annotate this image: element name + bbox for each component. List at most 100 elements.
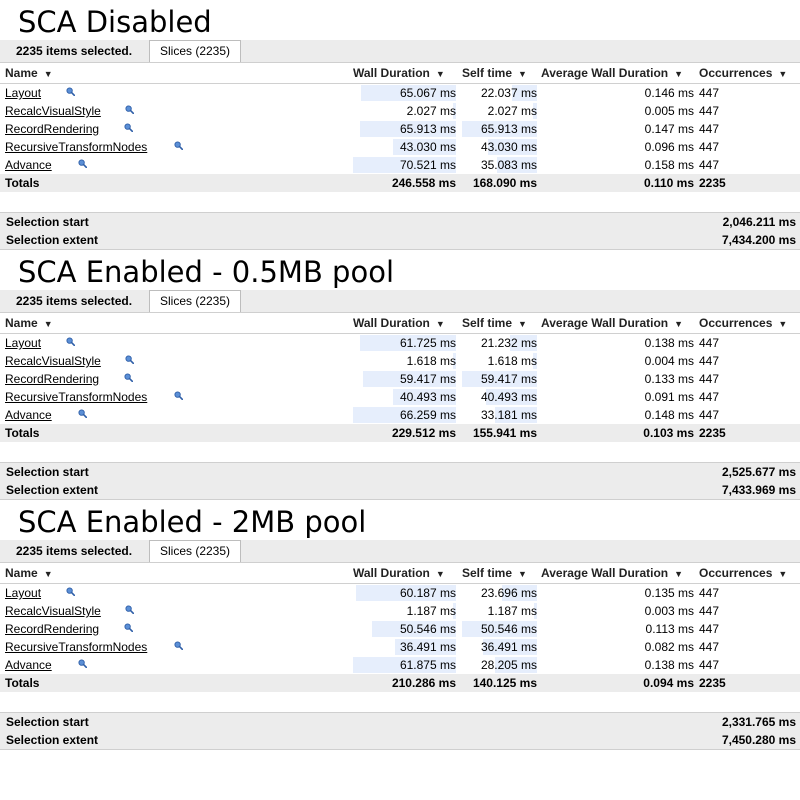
sort-arrow-icon[interactable]: ▼ [674, 319, 683, 329]
column-header-self-time[interactable]: Self time ▼ [462, 316, 527, 330]
tab-slices[interactable]: Slices (2235) [149, 40, 241, 62]
slice-name-link[interactable]: Layout [5, 336, 41, 350]
table-row[interactable]: Advance 66.259 ms 33.181 ms 0.148 ms 447 [0, 406, 800, 424]
column-header-occurrences[interactable]: Occurrences ▼ [699, 566, 787, 580]
magnifier-icon[interactable] [66, 587, 75, 596]
column-header-occurrences[interactable]: Occurrences ▼ [699, 66, 787, 80]
slice-name-link[interactable]: Advance [5, 658, 52, 672]
column-header-label: Average Wall Duration [541, 66, 669, 80]
table-row[interactable]: RecordRendering 59.417 ms 59.417 ms 0.133 m… [0, 370, 800, 388]
column-header-average-wall-duration[interactable]: Average Wall Duration ▼ [541, 66, 683, 80]
table-row[interactable]: RecalcVisualStyle 2.027 ms 2.027 ms 0.005 m… [0, 102, 800, 120]
magnifier-icon[interactable] [124, 623, 133, 632]
column-header-label: Wall Duration [353, 566, 430, 580]
selection-extent-row: Selection extent 7,450.280 ms [0, 731, 800, 750]
sort-arrow-icon[interactable]: ▼ [518, 319, 527, 329]
column-header-average-wall-duration[interactable]: Average Wall Duration ▼ [541, 566, 683, 580]
magnifier-icon[interactable] [125, 605, 134, 614]
sort-arrow-icon[interactable]: ▼ [44, 319, 53, 329]
average-wall-duration-cell: 0.147 ms [644, 122, 694, 136]
selection-extent-label: Selection extent [6, 483, 99, 497]
self-time-cell: 33.181 ms [480, 408, 537, 422]
magnifier-icon[interactable] [125, 105, 134, 114]
self-time-cell: 1.618 ms [487, 354, 537, 368]
column-header-wall-duration[interactable]: Wall Duration ▼ [353, 66, 445, 80]
table-row[interactable]: RecursiveTransformNodes 43.030 ms 43.030 m… [0, 138, 800, 156]
magnifier-icon[interactable] [124, 373, 133, 382]
slice-name-link[interactable]: Layout [5, 586, 41, 600]
wall-duration-cell: 61.875 ms [399, 658, 456, 672]
self-time-cell: 2.027 ms [487, 104, 537, 118]
self-time-cell: 65.913 ms [480, 122, 537, 136]
slice-name-link[interactable]: RecalcVisualStyle [5, 354, 101, 368]
table-row[interactable]: Advance 61.875 ms 28.205 ms 0.138 ms 447 [0, 656, 800, 674]
magnifier-icon[interactable] [124, 123, 133, 132]
slice-name-link[interactable]: RecordRendering [5, 372, 99, 386]
slice-name-link[interactable]: RecalcVisualStyle [5, 104, 101, 118]
self-time-cell: 35.083 ms [480, 158, 537, 172]
table-header: Name ▼ Wall Duration ▼ Self time ▼ Average Wal… [0, 63, 800, 84]
panel-title: SCA Disabled [18, 5, 212, 39]
selection-bar: 2235 items selected. Slices (2235) [0, 40, 800, 63]
column-header-name[interactable]: Name ▼ [5, 566, 53, 580]
slice-name-link[interactable]: Advance [5, 158, 52, 172]
column-header-self-time[interactable]: Self time ▼ [462, 66, 527, 80]
slice-name-link[interactable]: RecursiveTransformNodes [5, 640, 147, 654]
table-row[interactable]: RecursiveTransformNodes 40.493 ms 40.493 m… [0, 388, 800, 406]
magnifier-icon[interactable] [78, 409, 87, 418]
slice-name-link[interactable]: Advance [5, 408, 52, 422]
sort-arrow-icon[interactable]: ▼ [518, 569, 527, 579]
tab-slices[interactable]: Slices (2235) [149, 540, 241, 562]
sort-arrow-icon[interactable]: ▼ [674, 569, 683, 579]
slice-name-link[interactable]: Layout [5, 86, 41, 100]
column-header-name[interactable]: Name ▼ [5, 66, 53, 80]
table-row[interactable]: Layout 61.725 ms 21.232 ms 0.138 ms 447 [0, 334, 800, 352]
sort-arrow-icon[interactable]: ▼ [436, 69, 445, 79]
sort-arrow-icon[interactable]: ▼ [778, 319, 787, 329]
slice-name-link[interactable]: RecursiveTransformNodes [5, 390, 147, 404]
occurrences-cell: 447 [699, 336, 720, 350]
column-header-average-wall-duration[interactable]: Average Wall Duration ▼ [541, 316, 683, 330]
table-row[interactable]: RecursiveTransformNodes 36.491 ms 36.491 m… [0, 638, 800, 656]
wall-duration-cell: 60.187 ms [399, 586, 456, 600]
tab-slices[interactable]: Slices (2235) [149, 290, 241, 312]
magnifier-icon[interactable] [66, 87, 75, 96]
table-row[interactable]: Layout 60.187 ms 23.696 ms 0.135 ms 447 [0, 584, 800, 602]
column-header-name[interactable]: Name ▼ [5, 316, 53, 330]
sort-arrow-icon[interactable]: ▼ [518, 69, 527, 79]
magnifier-icon[interactable] [174, 641, 183, 650]
sort-arrow-icon[interactable]: ▼ [44, 69, 53, 79]
slice-name-link[interactable]: RecalcVisualStyle [5, 604, 101, 618]
column-header-occurrences[interactable]: Occurrences ▼ [699, 316, 787, 330]
column-header-label: Occurrences [699, 566, 773, 580]
magnifier-icon[interactable] [66, 337, 75, 346]
magnifier-icon[interactable] [174, 141, 183, 150]
sort-arrow-icon[interactable]: ▼ [436, 319, 445, 329]
magnifier-icon[interactable] [174, 391, 183, 400]
magnifier-icon[interactable] [125, 355, 134, 364]
sort-arrow-icon[interactable]: ▼ [44, 569, 53, 579]
magnifier-icon[interactable] [78, 159, 87, 168]
slice-name-link[interactable]: RecordRendering [5, 122, 99, 136]
sort-arrow-icon[interactable]: ▼ [674, 69, 683, 79]
totals-row: Totals 210.286 ms 140.125 ms 0.094 ms 2235 [0, 674, 800, 692]
column-header-wall-duration[interactable]: Wall Duration ▼ [353, 566, 445, 580]
slice-name-link[interactable]: RecursiveTransformNodes [5, 140, 147, 154]
sort-arrow-icon[interactable]: ▼ [778, 569, 787, 579]
sort-arrow-icon[interactable]: ▼ [436, 569, 445, 579]
table-row[interactable]: RecordRendering 50.546 ms 50.546 ms 0.113 m… [0, 620, 800, 638]
column-header-wall-duration[interactable]: Wall Duration ▼ [353, 316, 445, 330]
slice-name-link[interactable]: RecordRendering [5, 622, 99, 636]
table-row[interactable]: RecordRendering 65.913 ms 65.913 ms 0.147 m… [0, 120, 800, 138]
table-row[interactable]: RecalcVisualStyle 1.618 ms 1.618 ms 0.004 m… [0, 352, 800, 370]
table-row[interactable]: RecalcVisualStyle 1.187 ms 1.187 ms 0.003 m… [0, 602, 800, 620]
sort-arrow-icon[interactable]: ▼ [778, 69, 787, 79]
wall-duration-cell: 66.259 ms [399, 408, 456, 422]
table-row[interactable]: Advance 70.521 ms 35.083 ms 0.158 ms 447 [0, 156, 800, 174]
column-header-self-time[interactable]: Self time ▼ [462, 566, 527, 580]
wall-duration-cell: 43.030 ms [399, 140, 456, 154]
column-header-label: Name [5, 316, 38, 330]
totals-label: Totals [5, 426, 40, 440]
table-row[interactable]: Layout 65.067 ms 22.037 ms 0.146 ms 447 [0, 84, 800, 102]
magnifier-icon[interactable] [78, 659, 87, 668]
